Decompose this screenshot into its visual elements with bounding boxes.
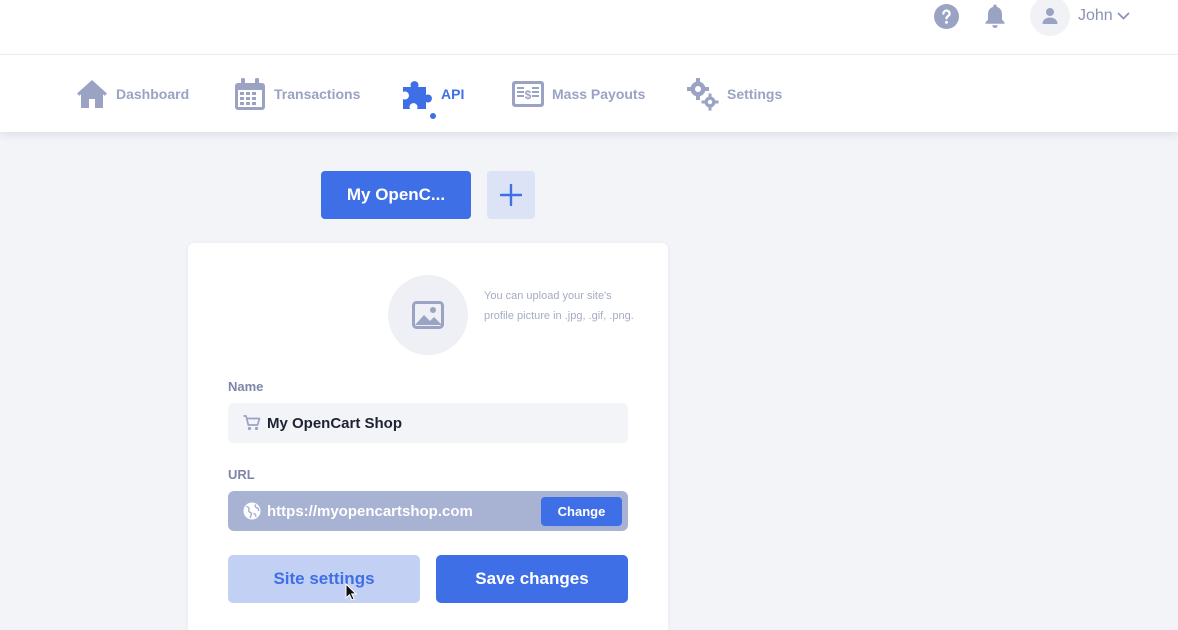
main-nav: Dashboard Transactions API $ Mass Payout…: [0, 55, 1178, 132]
bell-icon[interactable]: [983, 3, 1007, 29]
name-label: Name: [228, 379, 264, 394]
cart-icon: [243, 415, 261, 431]
url-field[interactable]: https://myopencartshop.com Change: [228, 491, 628, 531]
nav-label: API: [441, 85, 465, 102]
nav-item-api[interactable]: API: [400, 55, 464, 132]
user-icon: [1042, 8, 1058, 24]
image-icon: [412, 301, 444, 329]
chevron-down-icon[interactable]: [1117, 12, 1130, 21]
top-bar: John: [0, 0, 1178, 55]
nav-item-transactions[interactable]: Transactions: [233, 55, 360, 132]
add-site-button[interactable]: [487, 171, 535, 219]
nav-item-mass-payouts[interactable]: $ Mass Payouts: [511, 55, 645, 132]
name-value: My OpenCart Shop: [267, 414, 403, 432]
mouse-cursor-icon: [345, 583, 357, 601]
site-tab-active[interactable]: My OpenC...: [321, 171, 471, 219]
site-card: You can upload your site's profile pictu…: [188, 243, 668, 630]
active-indicator: [430, 113, 436, 119]
nav-label: Settings: [727, 85, 783, 102]
nav-label: Mass Payouts: [552, 85, 646, 102]
upload-hint: You can upload your site's profile pictu…: [484, 290, 634, 322]
nav-label: Transactions: [274, 85, 361, 102]
calendar-icon: [235, 77, 265, 110]
site-settings-button[interactable]: Site settings: [228, 555, 420, 603]
avatar[interactable]: [1030, 0, 1070, 36]
help-icon[interactable]: [934, 4, 959, 29]
nav-item-settings[interactable]: Settings: [686, 55, 782, 132]
url-label: URL: [228, 467, 255, 482]
payout-icon: $: [512, 80, 544, 107]
user-name[interactable]: John: [1078, 7, 1113, 25]
puzzle-icon: [403, 80, 432, 109]
plus-icon: [500, 184, 522, 206]
user-menu[interactable]: John: [1030, 0, 1130, 36]
gears-icon: [687, 77, 719, 110]
globe-icon: [243, 502, 261, 520]
profile-picture-upload[interactable]: [388, 275, 468, 355]
nav-label: Dashboard: [116, 85, 190, 102]
name-field[interactable]: My OpenCart Shop: [228, 403, 628, 443]
change-url-button[interactable]: Change: [541, 497, 622, 526]
svg-text:$: $: [525, 88, 532, 102]
url-value: https://myopencartshop.com: [267, 502, 473, 520]
home-icon: [77, 79, 107, 108]
save-changes-button[interactable]: Save changes: [436, 555, 628, 603]
nav-item-dashboard[interactable]: Dashboard: [75, 55, 189, 132]
